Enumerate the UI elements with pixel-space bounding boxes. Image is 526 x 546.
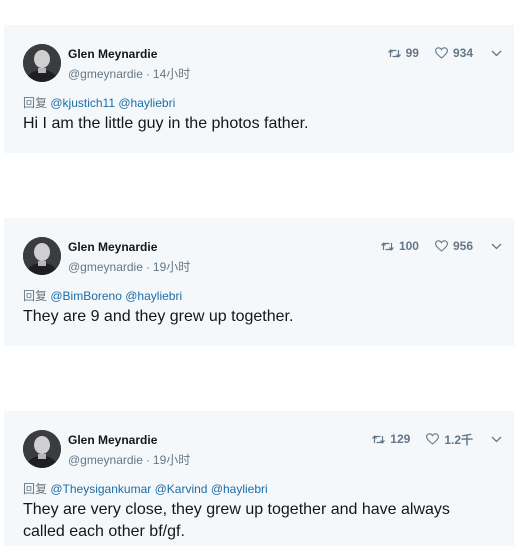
like-count: 956 (452, 239, 473, 253)
heart-icon (435, 240, 448, 252)
retweet-button[interactable]: 99 (387, 46, 419, 60)
mention-link[interactable]: @Karvind (155, 482, 208, 496)
more-options-button[interactable] (491, 436, 502, 443)
separator: · (145, 260, 150, 274)
retweet-icon (380, 241, 394, 251)
timestamp[interactable]: 19小时 (153, 453, 190, 467)
chevron-down-icon (491, 243, 502, 249)
like-count: 1.2千 (444, 432, 473, 447)
handle-line: @gmeynardie · 14小时 (68, 65, 190, 82)
avatar[interactable] (23, 430, 61, 468)
mention-link[interactable]: @hayliebri (211, 482, 268, 496)
chevron-down-icon (491, 436, 502, 442)
tweet-card[interactable]: Glen Meynardie @gmeynardie · 19小时 129 1.2千 (4, 411, 514, 546)
tweet-text: They are very close, they grew up togeth… (23, 501, 450, 540)
tweet-card[interactable]: Glen Meynardie @gmeynardie·14小时 99 934 (4, 25, 514, 153)
avatar[interactable] (23, 237, 61, 275)
handle[interactable]: @gmeynardie (68, 453, 143, 467)
retweet-icon (387, 48, 401, 58)
reply-prefix: 回复 (23, 289, 48, 303)
avatar[interactable] (23, 44, 61, 82)
tweet-actions: 100 956 (380, 237, 502, 255)
avatar-image (23, 430, 61, 468)
separator: · (145, 453, 150, 467)
handle[interactable]: @gmeynardie (68, 67, 143, 81)
reply-prefix: 回复 (23, 96, 48, 110)
more-options-button[interactable] (491, 50, 502, 57)
avatar-image (23, 44, 61, 82)
mention-link[interactable]: @hayliebri (118, 96, 175, 110)
mention-link[interactable]: @Theysigankumar (50, 482, 151, 496)
retweet-count: 99 (405, 46, 419, 60)
timestamp[interactable]: 19小时 (153, 260, 190, 274)
handle[interactable]: @gmeynardie (68, 260, 143, 274)
like-button[interactable]: 934 (435, 46, 473, 60)
like-button[interactable]: 956 (435, 239, 473, 253)
reply-context: 回复 @BimBoreno @hayliebri (23, 287, 182, 304)
tweet-text: They are 9 and they grew up together. (23, 308, 294, 325)
handle-line: @gmeynardie · 19小时 (68, 258, 190, 275)
tweet-card[interactable]: Glen Meynardie @gmeynardie · 19小时 100 956 (4, 218, 514, 346)
reply-context: 回复 @kjustich11 @hayliebri (23, 94, 175, 111)
reply-context: 回复 @Theysigankumar @Karvind @hayliebri (23, 480, 268, 497)
retweet-button[interactable]: 129 (372, 432, 410, 446)
display-name[interactable]: Glen Meynardie (68, 240, 157, 254)
tweet-actions: 99 934 (387, 44, 502, 62)
retweet-icon (372, 434, 386, 444)
chevron-down-icon (491, 50, 502, 56)
heart-icon (435, 47, 448, 59)
heart-icon (426, 433, 440, 445)
mention-link[interactable]: @BimBoreno (50, 289, 122, 303)
display-name[interactable]: Glen Meynardie (68, 433, 157, 447)
retweet-count: 129 (390, 432, 411, 446)
separator: · (145, 67, 150, 81)
mention-link[interactable]: @hayliebri (125, 289, 182, 303)
tweet-actions: 129 1.2千 (372, 430, 502, 448)
mention-link[interactable]: @kjustich11 (50, 96, 115, 110)
timestamp[interactable]: 14小时 (153, 67, 190, 81)
avatar-image (23, 237, 61, 275)
like-button[interactable]: 1.2千 (426, 431, 473, 448)
tweet-text: Hi I am the little guy in the photos fat… (23, 115, 309, 132)
display-name[interactable]: Glen Meynardie (68, 47, 157, 61)
more-options-button[interactable] (491, 243, 502, 250)
like-count: 934 (452, 46, 473, 60)
reply-prefix: 回复 (23, 482, 48, 496)
retweet-button[interactable]: 100 (380, 239, 419, 253)
retweet-count: 100 (398, 239, 419, 253)
handle-line: @gmeynardie · 19小时 (68, 451, 190, 468)
